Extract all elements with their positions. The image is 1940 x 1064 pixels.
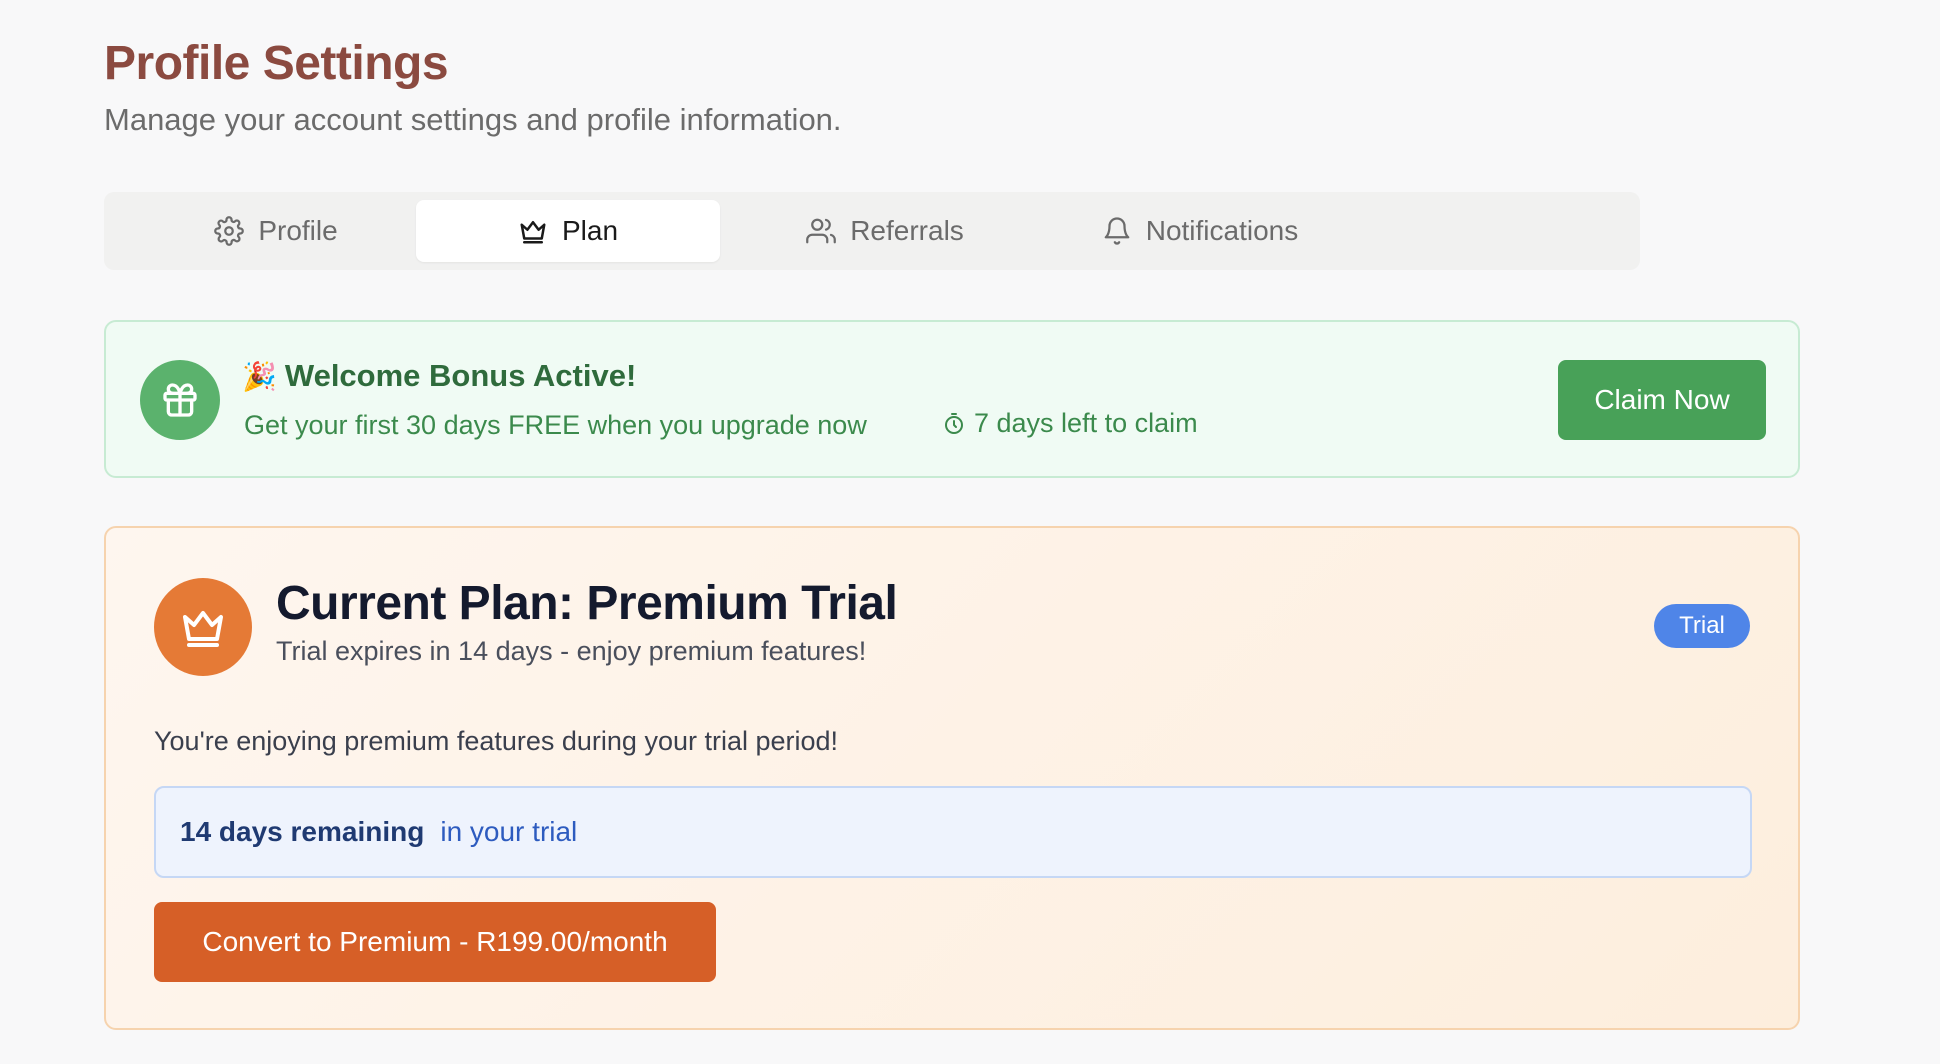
plan-crown-badge (154, 578, 252, 676)
tab-referrals[interactable]: Referrals (750, 200, 1020, 262)
gear-icon (214, 216, 245, 246)
current-plan-card: Current Plan: Premium Trial Trial expire… (104, 526, 1800, 1030)
bonus-description: Get your first 30 days FREE when you upg… (244, 410, 867, 440)
crown-icon (520, 221, 546, 244)
claim-now-button[interactable]: Claim Now (1558, 360, 1766, 440)
settings-tabs: Profile Plan Referrals Notifications (104, 192, 1640, 270)
tab-label: Referrals (850, 215, 964, 246)
bell-icon (1104, 217, 1130, 245)
days-remaining: 14 days remaining (180, 816, 425, 847)
timer-icon (945, 412, 963, 434)
trial-remaining-box: 14 days remaining in your trial (154, 786, 1752, 878)
page-title: Profile Settings (104, 37, 449, 90)
trial-badge: Trial (1654, 604, 1750, 648)
bonus-title: 🎉 Welcome Bonus Active! (242, 358, 636, 394)
welcome-bonus-banner: 🎉 Welcome Bonus Active! Get your first 3… (104, 320, 1800, 478)
gift-icon-badge (140, 360, 220, 440)
bonus-title-text: Welcome Bonus Active! (284, 358, 637, 393)
tab-profile[interactable]: Profile (166, 200, 386, 262)
tab-label: Profile (258, 215, 338, 246)
tab-label: Notifications (1145, 215, 1299, 246)
days-remaining-suffix: in your trial (440, 816, 578, 847)
plan-subtitle: Trial expires in 14 days - enjoy premium… (276, 636, 867, 666)
tab-notifications[interactable]: Notifications (1050, 200, 1350, 262)
crown-icon (183, 611, 223, 647)
plan-title: Current Plan: Premium Trial (276, 577, 898, 630)
gift-icon (163, 383, 197, 417)
convert-to-premium-button[interactable]: Convert to Premium - R199.00/month (154, 902, 716, 982)
bonus-timer-text: 7 days left to claim (974, 408, 1198, 438)
page-subtitle: Manage your account settings and profile… (104, 102, 842, 137)
party-popper-icon: 🎉 (242, 360, 277, 392)
tab-label: Plan (561, 215, 619, 246)
bonus-timer: 7 days left to claim (942, 408, 1198, 439)
users-icon (806, 218, 837, 244)
tab-plan[interactable]: Plan (416, 200, 720, 262)
plan-message: You're enjoying premium features during … (154, 726, 839, 756)
